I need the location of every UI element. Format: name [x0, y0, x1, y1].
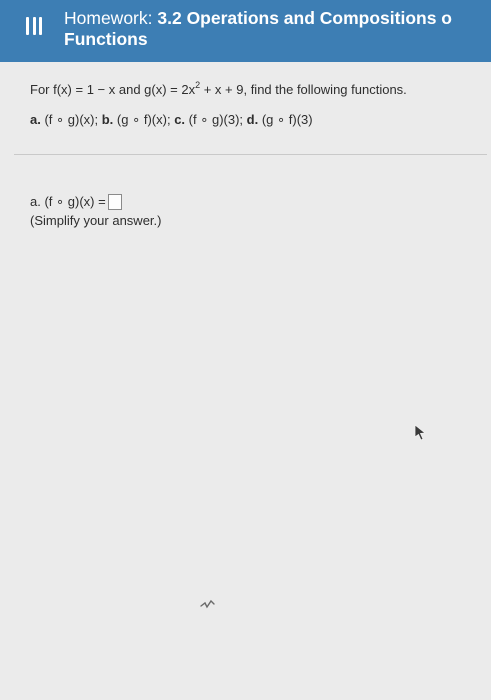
- screen-smudge-icon: [200, 599, 215, 609]
- mouse-pointer-icon: [414, 424, 427, 441]
- part-c-text: (f ∘ g)(3);: [188, 112, 244, 127]
- problem-statement: For f(x) = 1 − x and g(x) = 2x2 + x + 9,…: [30, 81, 480, 128]
- section-divider: [14, 154, 487, 155]
- menu-icon-bar: [26, 17, 29, 35]
- answer-part-label: a.: [30, 194, 41, 209]
- title-prefix: Homework:: [64, 8, 153, 28]
- menu-icon-bar: [32, 17, 36, 35]
- problem-intro-text: For f(x) = 1 − x and g(x) = 2x: [30, 82, 196, 97]
- page-title: Homework: 3.2 Operations and Composition…: [64, 7, 452, 29]
- part-d-text: (g ∘ f)(3): [261, 112, 313, 127]
- part-a-label: a.: [30, 112, 41, 127]
- problem-parts: a. (f ∘ g)(x); b. (g ∘ f)(x); c. (f ∘ g)…: [30, 112, 480, 128]
- answer-input[interactable]: [107, 193, 122, 210]
- part-b-text: (g ∘ f)(x);: [116, 112, 171, 127]
- part-b-label: b.: [101, 112, 114, 127]
- menu-icon[interactable]: [26, 17, 42, 35]
- part-a-text: (f ∘ g)(x);: [44, 112, 99, 127]
- answer-section: a. (f ∘ g)(x) = (Simplify your answer.): [30, 193, 161, 229]
- page-subtitle: Functions: [64, 29, 148, 49]
- title-assignment: 3.2 Operations and Compositions o: [157, 8, 452, 28]
- menu-icon-bar: [39, 17, 42, 35]
- simplify-hint: (Simplify your answer.): [30, 213, 162, 228]
- answer-expression: (f ∘ g)(x) =: [44, 194, 106, 209]
- problem-intro-rest: + x + 9, find the following functions.: [200, 82, 407, 97]
- part-d-label: d.: [246, 112, 259, 127]
- part-c-label: c.: [174, 112, 186, 127]
- header-bar: Homework: 3.2 Operations and Composition…: [0, 0, 491, 62]
- problem-intro: For f(x) = 1 − x and g(x) = 2x2 + x + 9,…: [30, 81, 480, 98]
- answer-row: a. (f ∘ g)(x) =: [30, 193, 161, 210]
